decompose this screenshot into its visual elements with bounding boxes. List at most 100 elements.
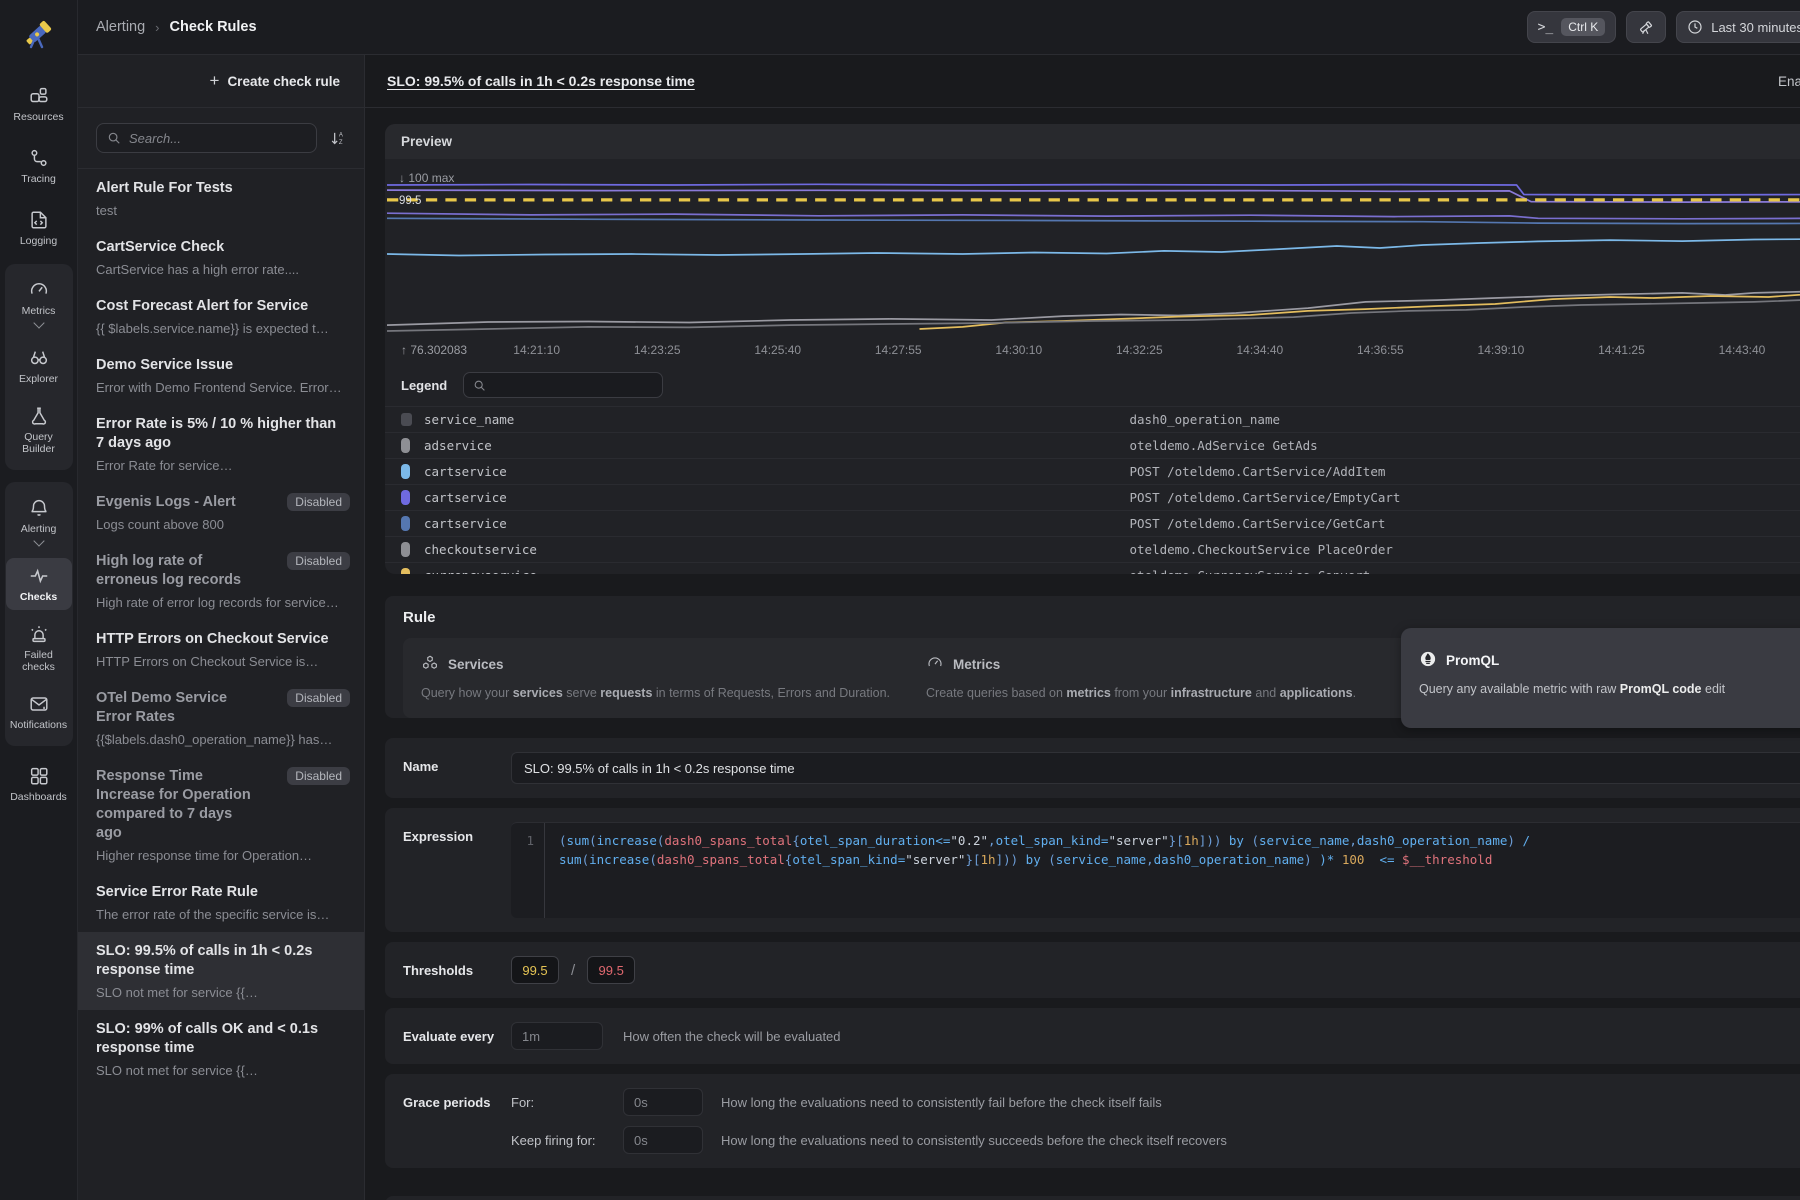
check-rule-list-item[interactable]: Response Time Increase for Operation com… — [78, 757, 364, 873]
check-rule-list-item[interactable]: Cost Forecast Alert for Service {{ $labe… — [78, 287, 364, 346]
sidebar-item-dashboards[interactable]: Dashboards — [6, 758, 72, 810]
sidebar-item-resources[interactable]: Resources — [6, 78, 72, 130]
check-rule-list-item[interactable]: Error Rate is 5% / 10 % higher than 7 da… — [78, 405, 364, 483]
thresholds-row: Thresholds / — [385, 942, 1800, 998]
issues-heading: Issues — [385, 1196, 1800, 1200]
legend-search-input[interactable] — [493, 378, 653, 392]
rule-detail: SLO: 99.5% of calls in 1h < 0.2s respons… — [365, 55, 1800, 1200]
sidebar-item-tracing[interactable]: Tracing — [6, 140, 72, 192]
check-rule-title: SLO: 99% of calls OK and < 0.1s response… — [96, 1020, 346, 1058]
check-rule-list-item[interactable]: CartService Check CartService has a high… — [78, 228, 364, 287]
preview-chart[interactable]: ↓ 100 max 99.5 ↑ 76.302083 14:21:1014:23… — [385, 159, 1800, 363]
promql-editor[interactable]: 1 (sum(increase(dash0_spans_total{otel_s… — [511, 822, 1800, 918]
sidebar-item-alerting[interactable]: Alerting — [6, 490, 72, 552]
tracing-icon — [28, 147, 50, 169]
legend-operation-name: oteldemo.CurrencyService Convert — [1130, 568, 1800, 574]
legend-service-name: cartservice — [424, 516, 1130, 531]
series-color-swatch — [401, 542, 410, 557]
rule-detail-header: SLO: 99.5% of calls in 1h < 0.2s respons… — [365, 55, 1800, 108]
check-rule-title: Evgenis Logs - Alert — [96, 493, 261, 512]
check-rule-list-item[interactable]: SLO: 99% of calls OK and < 0.1s response… — [78, 1010, 364, 1088]
x-axis-tick: 14:25:40 — [754, 343, 801, 357]
check-rule-list-item[interactable]: Evgenis Logs - Alert Logs count above 80… — [78, 483, 364, 542]
rule-type-option[interactable]: PromQL Query any available metric with r… — [1401, 628, 1800, 728]
breadcrumb-alerting[interactable]: Alerting — [96, 19, 145, 35]
series-color-swatch — [401, 490, 410, 505]
breadcrumb-check-rules: Check Rules — [170, 19, 257, 35]
rule-type-description: Query any available metric with raw Prom… — [1419, 680, 1800, 698]
check-rule-description: SLO not met for service {{… — [96, 1062, 346, 1079]
check-rule-list-item[interactable]: Service Error Rate Rule The error rate o… — [78, 873, 364, 932]
legend-operation-name: POST /oteldemo.CartService/EmptyCart — [1130, 490, 1800, 505]
check-rule-description: {{ $labels.service.name}} is expected t… — [96, 320, 346, 337]
grace-for-input[interactable] — [623, 1088, 703, 1116]
check-rule-list-item[interactable]: Alert Rule For Tests test — [78, 169, 364, 228]
rule-name-input[interactable] — [511, 752, 1800, 784]
evaluate-label: Evaluate every — [403, 1029, 511, 1044]
check-rule-description: CartService has a high error rate.... — [96, 261, 346, 278]
search-icon — [473, 379, 486, 392]
check-rule-list-item[interactable]: SLO: 99.5% of calls in 1h < 0.2s respons… — [78, 932, 364, 1010]
grace-for-label: For: — [511, 1095, 623, 1110]
sidebar-item-explorer[interactable]: Explorer — [6, 340, 72, 392]
sidebar-item-metrics[interactable]: Metrics — [6, 272, 72, 334]
grace-for-help: How long the evaluations need to consist… — [721, 1095, 1162, 1110]
legend-select-all-checkbox[interactable] — [401, 413, 412, 426]
app-logo[interactable] — [19, 12, 59, 52]
sidebar-item-failed-checks[interactable]: Failed checks — [6, 616, 72, 680]
check-rule-title: High log rate of erroneus log records — [96, 552, 261, 590]
check-rule-list-item[interactable]: High log rate of erroneus log records Hi… — [78, 542, 364, 620]
legend-operation-name: POST /oteldemo.CartService/AddItem — [1130, 464, 1800, 479]
command-palette-button[interactable]: >_ Ctrl K — [1527, 11, 1617, 43]
legend-row[interactable]: cartservice POST /oteldemo.CartService/G… — [385, 510, 1800, 536]
check-rule-description: Error Rate for service… — [96, 457, 346, 474]
rule-type-option[interactable]: Metrics Create queries based on metrics … — [926, 638, 1401, 718]
degraded-threshold-input[interactable] — [511, 956, 559, 984]
legend-row[interactable]: checkoutservice oteldemo.CheckoutService… — [385, 536, 1800, 562]
chart-x-axis: ↑ 76.302083 14:21:1014:23:2514:25:4014:2… — [387, 339, 1800, 363]
failing-threshold-input[interactable] — [587, 956, 635, 984]
legend-service-name: checkoutservice — [424, 542, 1130, 557]
sidebar-item-logging[interactable]: Logging — [6, 202, 72, 254]
editor-code: (sum(increase(dash0_spans_total{otel_spa… — [545, 823, 1530, 918]
disabled-badge: Disabled — [287, 493, 350, 511]
check-rule-list-item[interactable]: OTel Demo Service Error Rates {{$labels.… — [78, 679, 364, 757]
evaluate-interval-input[interactable] — [511, 1022, 603, 1050]
x-axis-tick: 14:32:25 — [1116, 343, 1163, 357]
create-check-rule-button[interactable]: + Create check rule — [210, 71, 341, 91]
legend-table: service_name dash0_operation_name adserv… — [385, 406, 1800, 574]
enabled-label: Ena — [1778, 74, 1800, 89]
legend-service-name: currencyservice — [424, 568, 1130, 574]
rules-search-input[interactable] — [129, 131, 306, 146]
legend-row[interactable]: cartservice POST /oteldemo.CartService/E… — [385, 484, 1800, 510]
sidebar-item-notifications[interactable]: Notifications — [6, 686, 72, 738]
sidebar-item-label: Resources — [13, 111, 63, 123]
grace-periods-row: Grace periods For: How long the evaluati… — [385, 1074, 1800, 1168]
check-rule-description: The error rate of the specific service i… — [96, 906, 346, 923]
time-range-button[interactable]: Last 30 minutes — [1676, 11, 1800, 43]
check-rule-list-item[interactable]: HTTP Errors on Checkout Service HTTP Err… — [78, 620, 364, 679]
x-axis-tick: 14:30:10 — [995, 343, 1042, 357]
expression-row: Expression 1 (sum(increase(dash0_spans_t… — [385, 808, 1800, 932]
check-rule-list-item[interactable]: Demo Service Issue Error with Demo Front… — [78, 346, 364, 405]
grace-keep-firing-input[interactable] — [623, 1126, 703, 1154]
sidebar-item-checks[interactable]: Checks — [6, 558, 72, 610]
legend-row[interactable]: cartservice POST /oteldemo.CartService/A… — [385, 458, 1800, 484]
legend-operation-name: oteldemo.CheckoutService PlaceOrder — [1130, 542, 1800, 557]
threshold-separator: / — [571, 962, 575, 979]
x-axis-tick: 14:39:10 — [1478, 343, 1525, 357]
grace-periods-label: Grace periods — [403, 1088, 511, 1110]
sidebar-item-query-builder[interactable]: Query Builder — [6, 398, 72, 462]
legend-row[interactable]: adservice oteldemo.AdService GetAds — [385, 432, 1800, 458]
disabled-badge: Disabled — [287, 689, 350, 707]
check-rule-description: SLO not met for service {{… — [96, 984, 346, 1001]
sort-icon[interactable]: AZ — [329, 130, 346, 147]
legend-row[interactable]: currencyservice oteldemo.CurrencyService… — [385, 562, 1800, 574]
sidebar-item-label: Checks — [20, 591, 57, 603]
svg-text:A: A — [339, 132, 343, 138]
topbar: Alerting › Check Rules >_ Ctrl K Last 30… — [78, 0, 1800, 55]
x-axis-tick: 14:27:55 — [875, 343, 922, 357]
rule-title-link[interactable]: SLO: 99.5% of calls in 1h < 0.2s respons… — [387, 73, 695, 89]
rule-type-option[interactable]: Services Query how your services serve r… — [421, 638, 926, 718]
telescope-button[interactable] — [1626, 11, 1666, 43]
